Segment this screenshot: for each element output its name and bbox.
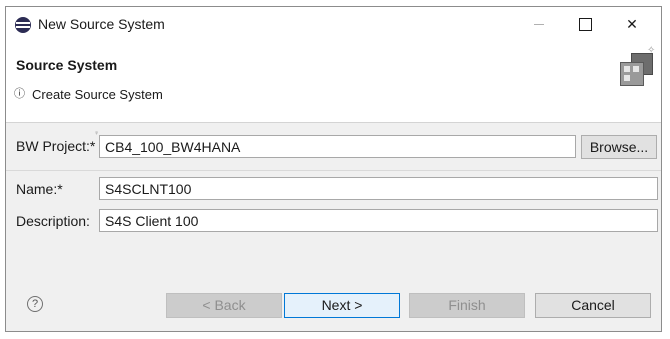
title-bar: New Source System ✕	[6, 7, 661, 41]
help-icon[interactable]: ?	[27, 296, 43, 312]
close-icon: ✕	[626, 16, 638, 32]
wizard-banner-icon: ✧	[611, 45, 661, 93]
eclipse-app-icon	[15, 17, 31, 33]
maximize-button[interactable]	[562, 7, 608, 41]
name-label: Name:*	[16, 181, 63, 197]
separator	[6, 170, 661, 171]
header-message: Create Source System	[32, 87, 163, 102]
close-button[interactable]: ✕	[609, 7, 655, 41]
back-button[interactable]: < Back	[166, 293, 282, 318]
minimize-button[interactable]	[516, 7, 562, 41]
window-title: New Source System	[38, 16, 165, 32]
description-input[interactable]	[99, 209, 658, 232]
info-icon: ⓘ	[14, 88, 25, 100]
new-source-system-dialog: New Source System ✕ Source System ⓘ Crea…	[5, 6, 662, 332]
browse-button[interactable]: Browse...	[581, 135, 657, 159]
minimize-icon	[534, 24, 544, 25]
bw-project-label: BW Project:*	[16, 138, 96, 154]
name-input[interactable]	[99, 177, 658, 200]
bw-project-input[interactable]	[99, 135, 576, 158]
description-label: Description:	[16, 213, 90, 229]
next-button[interactable]: Next >	[284, 293, 400, 318]
wizard-header: Source System ⓘ Create Source System ✧	[6, 41, 661, 123]
maximize-icon	[579, 18, 592, 31]
finish-button[interactable]: Finish	[409, 293, 525, 318]
page-title: Source System	[16, 57, 118, 73]
cancel-button[interactable]: Cancel	[535, 293, 651, 318]
